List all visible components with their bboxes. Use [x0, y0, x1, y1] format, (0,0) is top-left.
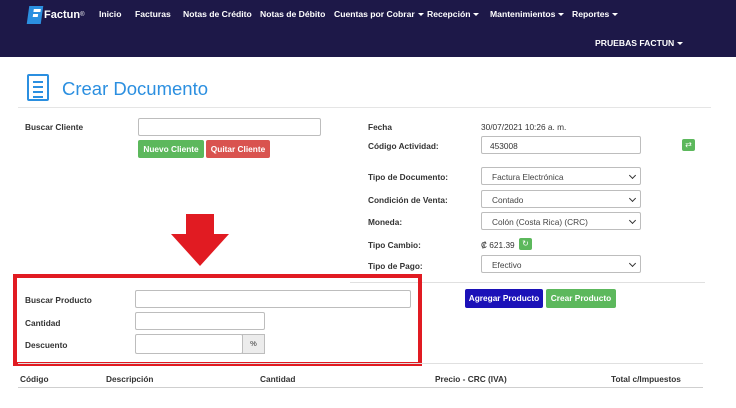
document-icon [27, 74, 49, 101]
buscar-cliente-label: Buscar Cliente [25, 122, 84, 132]
fecha-value: 30/07/2021 10:26 a. m. [481, 122, 567, 132]
condicion-venta-label: Condición de Venta: [368, 195, 448, 205]
chevron-down-icon [628, 216, 637, 225]
buscar-producto-input[interactable] [135, 290, 411, 308]
tipo-pago-value: Efectivo [492, 260, 522, 270]
user-name: PRUEBAS FACTUN [595, 38, 675, 48]
nav-cuentas-label: Cuentas por Cobrar [334, 9, 415, 19]
column-header-descripcion[interactable]: Descripción [106, 374, 154, 384]
nav-recepcion[interactable]: Recepción [427, 9, 480, 19]
tipo-documento-value: Factura Electrónica [492, 172, 564, 182]
chevron-down-icon [473, 13, 480, 17]
refresh-icon[interactable]: ↻ [519, 238, 532, 250]
buscar-producto-label: Buscar Producto [25, 295, 92, 305]
logo-text: Factun [44, 9, 81, 21]
chevron-down-icon [677, 42, 684, 46]
moneda-select[interactable]: Colón (Costa Rica) (CRC) [481, 212, 641, 230]
buscar-cliente-input[interactable] [138, 118, 321, 136]
moneda-label: Moneda: [368, 217, 403, 227]
descuento-label: Descuento [25, 340, 68, 350]
codigo-actividad-input[interactable]: 453008 [481, 136, 641, 154]
top-navbar: Factun ® Inicio Facturas Notas de Crédit… [0, 0, 736, 57]
tipo-pago-select[interactable]: Efectivo [481, 255, 641, 273]
nav-reportes[interactable]: Reportes [572, 9, 619, 19]
divider [18, 107, 711, 108]
descuento-input[interactable] [135, 334, 243, 354]
nav-inicio[interactable]: Inicio [99, 9, 121, 19]
condicion-venta-value: Contado [492, 195, 524, 205]
codigo-actividad-label: Código Actividad: [368, 141, 439, 151]
page-title: Crear Documento [62, 78, 209, 99]
chevron-down-icon [558, 13, 565, 17]
nav-mantenimientos[interactable]: Mantenimientos [490, 9, 565, 19]
nav-facturas[interactable]: Facturas [135, 9, 171, 19]
crear-producto-button[interactable]: Crear Producto [546, 289, 616, 308]
factun-logo[interactable]: Factun ® [26, 6, 85, 24]
nav-recepcion-label: Recepción [427, 9, 471, 19]
tipo-documento-select[interactable]: Factura Electrónica [481, 167, 641, 185]
nav-user-menu[interactable]: PRUEBAS FACTUN [595, 38, 684, 48]
nuevo-cliente-button[interactable]: Nuevo Cliente [138, 140, 204, 158]
chevron-down-icon [612, 13, 619, 17]
divider [18, 363, 703, 364]
quitar-cliente-button[interactable]: Quitar Cliente [206, 140, 270, 158]
nav-mantenimientos-label: Mantenimientos [490, 9, 556, 19]
fecha-label: Fecha [368, 122, 392, 132]
chevron-down-icon [628, 171, 637, 180]
condicion-venta-select[interactable]: Contado [481, 190, 641, 208]
nav-notas-debito[interactable]: Notas de Débito [260, 9, 325, 19]
chevron-down-icon [417, 13, 424, 17]
nav-reportes-label: Reportes [572, 9, 610, 19]
chevron-down-icon [628, 259, 637, 268]
tipo-cambio-label: Tipo Cambio: [368, 240, 421, 250]
cantidad-input[interactable] [135, 312, 265, 330]
column-header-cantidad[interactable]: Cantidad [260, 374, 296, 384]
tipo-documento-label: Tipo de Documento: [368, 172, 449, 182]
nav-cuentas-por-cobrar[interactable]: Cuentas por Cobrar [334, 9, 424, 19]
red-arrow-down-icon [171, 214, 229, 266]
column-header-total[interactable]: Total c/Impuestos [611, 374, 681, 384]
tipo-cambio-value: ₡ 621.39 [481, 240, 515, 250]
column-header-precio[interactable]: Precio - CRC (IVA) [435, 374, 507, 384]
chevron-down-icon [628, 194, 637, 203]
percent-addon: % [242, 334, 265, 354]
factun-logo-icon [26, 6, 44, 24]
moneda-value: Colón (Costa Rica) (CRC) [492, 217, 588, 227]
tipo-pago-label: Tipo de Pago: [368, 261, 423, 271]
column-header-codigo[interactable]: Código [20, 374, 49, 384]
cantidad-label: Cantidad [25, 318, 61, 328]
divider [18, 387, 703, 388]
nav-notas-credito[interactable]: Notas de Crédito [183, 9, 252, 19]
logo-registered-mark: ® [80, 12, 85, 18]
swap-icon[interactable]: ⇄ [682, 139, 695, 151]
agregar-producto-button[interactable]: Agregar Producto [465, 289, 543, 308]
